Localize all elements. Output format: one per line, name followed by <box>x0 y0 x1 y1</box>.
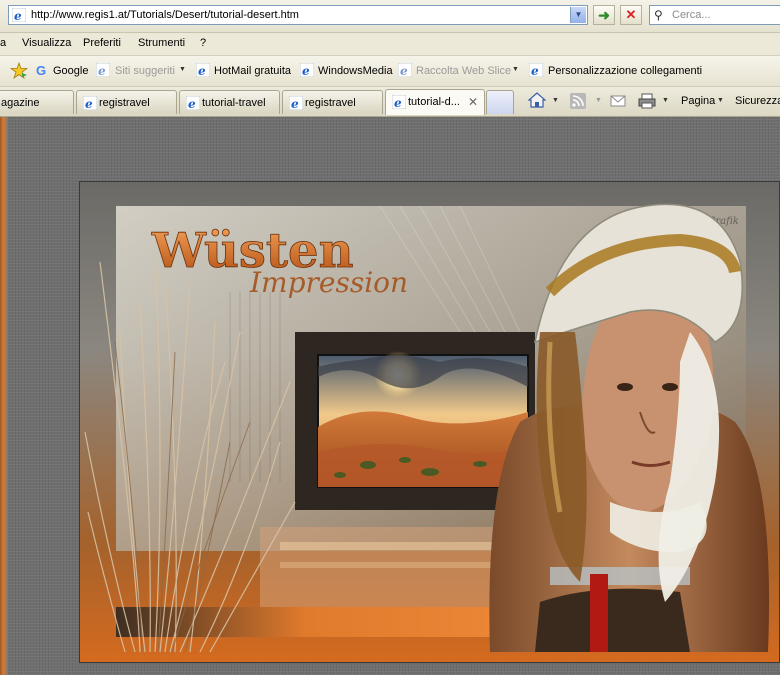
mail-icon[interactable] <box>610 94 626 108</box>
svg-text:e: e <box>98 64 106 77</box>
link-siti-suggeriti[interactable]: Siti suggeriti <box>115 65 175 77</box>
menu-strumenti[interactable]: Strumenti <box>138 37 185 49</box>
svg-text:e: e <box>291 97 299 110</box>
svg-text:e: e <box>14 9 22 22</box>
tab-magazine[interactable]: agazine <box>0 90 74 114</box>
print-icon[interactable] <box>638 93 656 109</box>
svg-text:e: e <box>198 64 206 77</box>
pagina-menu[interactable]: Pagina <box>681 95 715 107</box>
svg-text:e: e <box>394 96 402 109</box>
ie-page-icon: e <box>300 63 314 77</box>
ie-page-icon: e <box>398 63 412 77</box>
page-left-border <box>0 117 8 675</box>
address-dropdown-icon[interactable]: ▼ <box>570 7 586 23</box>
menu-bar: a Visualizza Preferiti Strumenti ? <box>0 33 780 56</box>
link-hotmail[interactable]: HotMail gratuita <box>214 65 291 77</box>
go-button[interactable]: ➜ <box>593 5 615 25</box>
link-windowsmedia[interactable]: WindowsMedia <box>318 65 393 77</box>
favorites-bar: G Google e Siti suggeriti ▼ e HotMail gr… <box>0 56 780 87</box>
stop-button[interactable]: ✕ <box>620 5 642 25</box>
page-content: Wüsten Impression Regis Grafik <box>0 117 780 675</box>
svg-text:e: e <box>531 64 539 77</box>
svg-text:e: e <box>302 64 310 77</box>
artwork-subtitle: Impression <box>249 266 408 299</box>
chevron-down-icon[interactable]: ▼ <box>717 97 724 104</box>
link-google[interactable]: Google <box>53 65 88 77</box>
ie-page-icon: e <box>186 96 200 110</box>
tab-label: tutorial-travel <box>202 97 266 109</box>
ie-page-icon: e <box>392 95 406 109</box>
tab-registravel-1[interactable]: e registravel <box>76 90 177 114</box>
address-toolbar: e http://www.regis1.at/Tutorials/Desert/… <box>0 0 780 33</box>
address-bar[interactable]: e http://www.regis1.at/Tutorials/Desert/… <box>8 5 588 25</box>
close-tab-icon[interactable]: ✕ <box>468 95 478 109</box>
tab-label: agazine <box>1 97 40 109</box>
menu-preferiti[interactable]: Preferiti <box>83 37 121 49</box>
tab-label: registravel <box>99 97 150 109</box>
search-placeholder: Cerca... <box>672 9 711 21</box>
ie-page-icon: e <box>83 96 97 110</box>
menu-file[interactable]: a <box>0 37 6 49</box>
svg-text:e: e <box>188 97 196 110</box>
tab-bar: agazine e registravel e tutorial-travel … <box>0 87 780 117</box>
home-icon[interactable] <box>528 91 546 109</box>
tab-registravel-2[interactable]: e registravel <box>282 90 383 114</box>
ie-page-icon: e <box>196 63 210 77</box>
menu-visualizza[interactable]: Visualizza <box>22 37 71 49</box>
tab-label: tutorial-d... <box>408 96 460 108</box>
chevron-down-icon[interactable]: ▼ <box>179 66 186 73</box>
favorites-star-icon[interactable] <box>10 62 28 79</box>
new-tab-button[interactable] <box>486 90 514 114</box>
ie-page-icon: e <box>289 96 303 110</box>
desert-artwork-image: Wüsten Impression Regis Grafik <box>79 181 780 663</box>
google-icon: G <box>36 63 47 78</box>
link-personalizzazione[interactable]: Personalizzazione collegamenti <box>548 65 702 77</box>
link-raccolta-web-slice[interactable]: Raccolta Web Slice <box>416 65 511 77</box>
ie-page-icon: e <box>12 8 26 22</box>
search-icon: ⚲ <box>654 8 663 22</box>
search-input[interactable]: ⚲ Cerca... <box>649 5 780 25</box>
svg-text:e: e <box>400 64 408 77</box>
chevron-down-icon[interactable]: ▼ <box>662 97 669 104</box>
svg-text:e: e <box>85 97 93 110</box>
tab-tutorial-desert-active[interactable]: e tutorial-d... ✕ <box>385 89 485 115</box>
tab-label: registravel <box>305 97 356 109</box>
ie-page-icon: e <box>529 63 543 77</box>
chevron-down-icon[interactable]: ▼ <box>595 97 602 104</box>
artwork-canvas: Wüsten Impression Regis Grafik <box>80 182 779 662</box>
menu-help[interactable]: ? <box>200 37 206 49</box>
chevron-down-icon[interactable]: ▼ <box>552 97 559 104</box>
chevron-down-icon[interactable]: ▼ <box>512 66 519 73</box>
tab-tutorial-travel[interactable]: e tutorial-travel <box>179 90 280 114</box>
rss-feed-icon[interactable] <box>570 93 586 109</box>
address-url[interactable]: http://www.regis1.at/Tutorials/Desert/tu… <box>31 9 299 21</box>
ie-page-icon: e <box>96 63 110 77</box>
sicurezza-menu[interactable]: Sicurezza <box>735 95 780 107</box>
